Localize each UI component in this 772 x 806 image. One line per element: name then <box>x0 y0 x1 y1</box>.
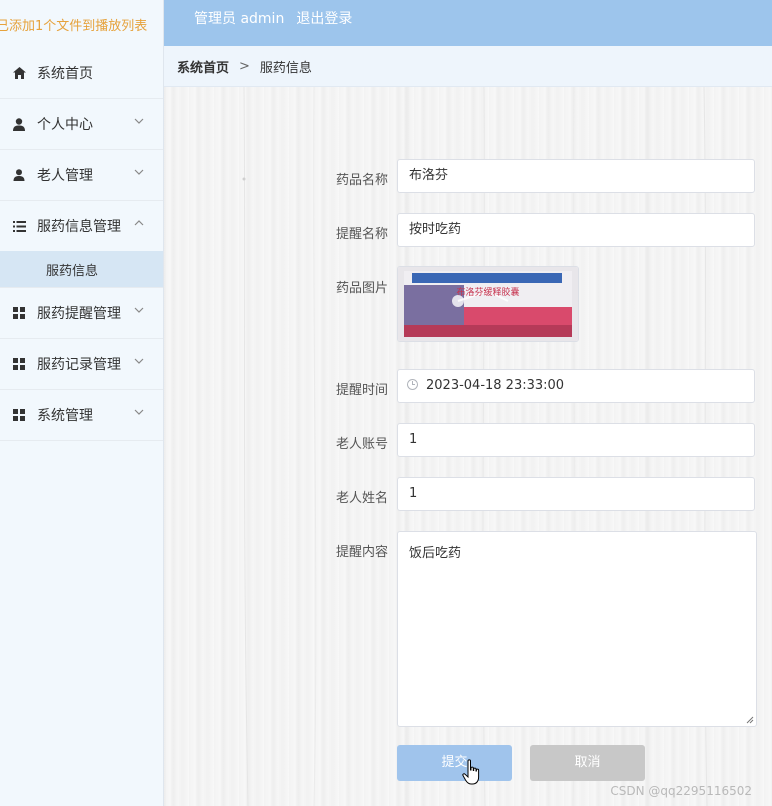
grid-icon <box>12 408 26 422</box>
chevron-down-icon <box>134 358 144 364</box>
sidebar-item-home[interactable]: 系统首页 <box>0 48 163 99</box>
breadcrumb-current: 服药信息 <box>259 60 312 76</box>
reminder-content-textarea[interactable]: 饭后吃药 <box>397 531 757 727</box>
drug-image[interactable]: 布洛芬缓释胶囊 <box>397 266 579 342</box>
reminder-time-picker[interactable]: 2023-04-18 23:33:00 <box>397 369 755 403</box>
sidebar-item-label: 服药提醒管理 <box>37 306 121 322</box>
chevron-up-icon <box>134 220 144 226</box>
sidebar-item-medication-info[interactable]: 服药信息管理 <box>0 201 163 251</box>
user-icon <box>12 117 26 131</box>
reminder-content-label: 提醒内容 <box>335 545 388 560</box>
hand-cursor-icon <box>462 759 480 785</box>
breadcrumb-home[interactable]: 系统首页 <box>177 57 229 76</box>
sidebar-item-personal-center[interactable]: 个人中心 <box>0 99 163 150</box>
elder-name-input[interactable]: 1 <box>397 477 755 511</box>
chevron-down-icon <box>134 169 144 175</box>
top-header: 管理员 admin 退出登录 <box>164 0 772 46</box>
submenu-item-medication-info[interactable]: 服药信息 <box>0 251 163 288</box>
submit-button[interactable]: 提交 <box>397 745 512 781</box>
sidebar-item-label: 服药记录管理 <box>37 357 121 373</box>
reminder-name-input[interactable]: 按时吃药 <box>397 213 755 247</box>
reminder-name-label: 提醒名称 <box>335 227 388 242</box>
reminder-time-label: 提醒时间 <box>335 383 388 398</box>
playlist-notice: 已添加1个文件到播放列表 <box>0 19 148 34</box>
sidebar-item-label: 系统首页 <box>37 66 93 82</box>
admin-label: 管理员 admin <box>194 11 285 27</box>
reminder-content-value: 饭后吃药 <box>409 546 462 561</box>
breadcrumb: 系统首页 > 服药信息 <box>164 46 772 87</box>
chevron-down-icon <box>134 118 144 124</box>
drug-name-input[interactable]: 布洛芬 <box>397 159 755 193</box>
watermark: CSDN @qq2295116502 <box>610 784 752 798</box>
logout-link[interactable]: 退出登录 <box>296 11 352 27</box>
elder-account-label: 老人账号 <box>335 437 388 452</box>
clock-icon <box>407 379 418 390</box>
drug-image-label: 药品图片 <box>335 281 388 296</box>
grid-icon <box>12 306 26 320</box>
list-icon <box>12 219 26 233</box>
home-icon <box>12 66 26 80</box>
elder-name-label: 老人姓名 <box>335 491 388 506</box>
sidebar-item-medication-record[interactable]: 服药记录管理 <box>0 339 163 390</box>
sidebar-item-system-management[interactable]: 系统管理 <box>0 390 163 441</box>
breadcrumb-separator: > <box>239 58 250 74</box>
header-user-area: 管理员 admin 退出登录 <box>194 8 364 28</box>
sidebar-item-medication-reminder[interactable]: 服药提醒管理 <box>0 288 163 339</box>
cancel-button[interactable]: 取消 <box>530 745 645 781</box>
reminder-time-value: 2023-04-18 23:33:00 <box>426 378 565 393</box>
elder-account-input[interactable]: 1 <box>397 423 755 457</box>
sidebar-item-label: 服药信息管理 <box>37 219 121 235</box>
chevron-down-icon <box>134 307 144 313</box>
drug-name-label: 药品名称 <box>335 173 388 188</box>
chevron-down-icon <box>134 409 144 415</box>
sidebar-menu: 系统首页 个人中心 老人管理 服药信息管理 服药信息 服药提醒管理 服药记录管理… <box>0 48 163 441</box>
sidebar: 已添加1个文件到播放列表 系统首页 个人中心 老人管理 服药信息管理 服药信息 … <box>0 0 164 806</box>
resize-handle-icon[interactable] <box>746 716 754 724</box>
sidebar-item-label: 个人中心 <box>37 117 93 133</box>
user-icon <box>12 168 26 182</box>
sidebar-item-label: 老人管理 <box>37 168 93 184</box>
drug-box-text: 布洛芬缓释胶囊 <box>456 286 519 298</box>
grid-icon <box>12 357 26 371</box>
sidebar-item-label: 系统管理 <box>37 408 93 424</box>
sidebar-item-elder-management[interactable]: 老人管理 <box>0 150 163 201</box>
